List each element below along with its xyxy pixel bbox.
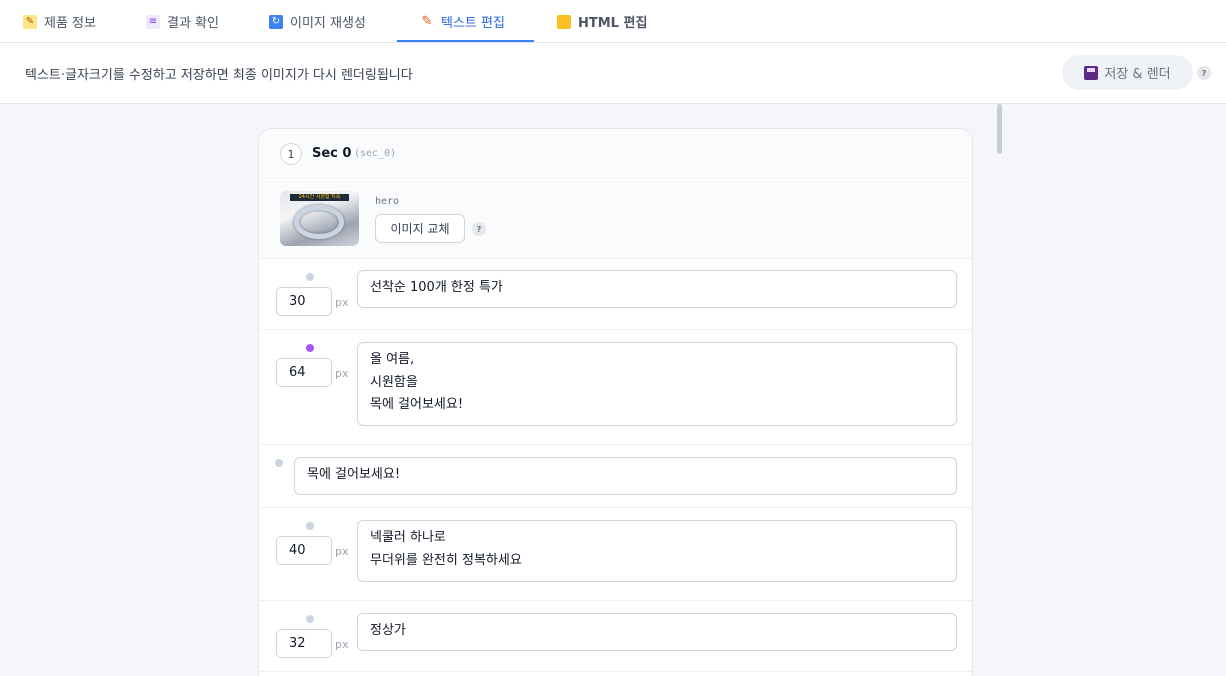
text-input[interactable]: 선착순 100개 한정 특가 [357,270,957,308]
font-size-input[interactable] [276,629,332,658]
status-dot [306,522,314,530]
font-size-input[interactable] [276,536,332,565]
neck-cooler-image [294,205,344,239]
help-icon[interactable]: ? [1197,66,1211,80]
status-dot [306,344,314,352]
active-tab-indicator [397,40,534,42]
hero-image-thumbnail: 24시간 시원함 지속 [280,191,359,246]
tab-image-regenerate[interactable]: ↻ 이미지 재생성 [269,0,366,43]
tab-label: 이미지 재생성 [290,16,366,31]
image-slot-label: hero [375,196,400,207]
folder-icon [557,14,571,29]
size-unit: px [335,638,349,651]
pencil-icon: ✎ [421,14,433,29]
floppy-disk-icon [1084,65,1099,80]
text-input[interactable]: 올 여름, 시원함을 목에 걸어보세요! [357,342,957,426]
tab-text-edit[interactable]: ✎ 텍스트 편집 [420,0,505,43]
status-dot [306,273,314,281]
edit-hint: 텍스트·글자크기를 수정하고 저장하면 최종 이미지가 다시 렌더링됩니다 [25,68,413,83]
status-dot [306,615,314,623]
section-card: 1 Sec 0 (sec_0) 24시간 시원함 지속 hero 이미지 교체 … [258,128,973,676]
font-size-input[interactable] [276,358,332,387]
section-id: (sec_0) [354,148,397,159]
text-field-row: px 올 여름, 시원함을 목에 걸어보세요! [259,330,972,445]
text-field-row: 목에 걸어보세요! [259,445,972,508]
section-image-row: 24시간 시원함 지속 hero 이미지 교체 ? [259,180,972,259]
text-field-row: px 넥쿨러 하나로 무더위를 완전히 정복하세요 [259,508,972,601]
tab-label: 제품 정보 [44,16,96,31]
save-render-button[interactable]: 저장 & 렌더 [1062,55,1193,90]
text-field-row: px 정상가 [259,601,972,672]
size-unit: px [335,296,349,309]
text-field-row: px 선착순 100개 한정 특가 [259,259,972,330]
text-input[interactable]: 정상가 [357,613,957,651]
memo-pencil-icon: ✎ [23,14,37,29]
tab-bar: ✎ 제품 정보 ≡ 결과 확인 ↻ 이미지 재생성 ✎ 텍스트 편집 HTML … [0,0,1226,43]
scrollbar-thumb[interactable] [997,104,1002,154]
refresh-icon: ↻ [269,14,283,29]
document-icon: ≡ [146,14,160,29]
section-number: 1 [280,143,302,165]
section-header: 1 Sec 0 (sec_0) [259,129,972,179]
tab-result-check[interactable]: ≡ 결과 확인 [146,0,219,43]
thumbnail-caption: 24시간 시원함 지속 [290,194,349,201]
size-unit: px [335,367,349,380]
text-input[interactable]: 목에 걸어보세요! [294,457,957,495]
section-title: Sec 0 [312,146,352,161]
help-icon[interactable]: ? [472,222,486,236]
save-render-label: 저장 & 렌더 [1104,67,1171,82]
tab-label: HTML 편집 [578,16,648,31]
editor-toolbar: 텍스트·글자크기를 수정하고 저장하면 최종 이미지가 다시 렌더링됩니다 저장… [0,43,1226,104]
text-input[interactable]: 넥쿨러 하나로 무더위를 완전히 정복하세요 [357,520,957,582]
tab-label: 텍스트 편집 [441,16,505,31]
status-dot [275,459,283,467]
replace-image-button[interactable]: 이미지 교체 [375,214,465,243]
font-size-input[interactable] [276,287,332,316]
tab-product-info[interactable]: ✎ 제품 정보 [23,0,96,43]
tab-label: 결과 확인 [167,16,219,31]
size-unit: px [335,545,349,558]
tab-html-edit[interactable]: HTML 편집 [557,0,647,43]
